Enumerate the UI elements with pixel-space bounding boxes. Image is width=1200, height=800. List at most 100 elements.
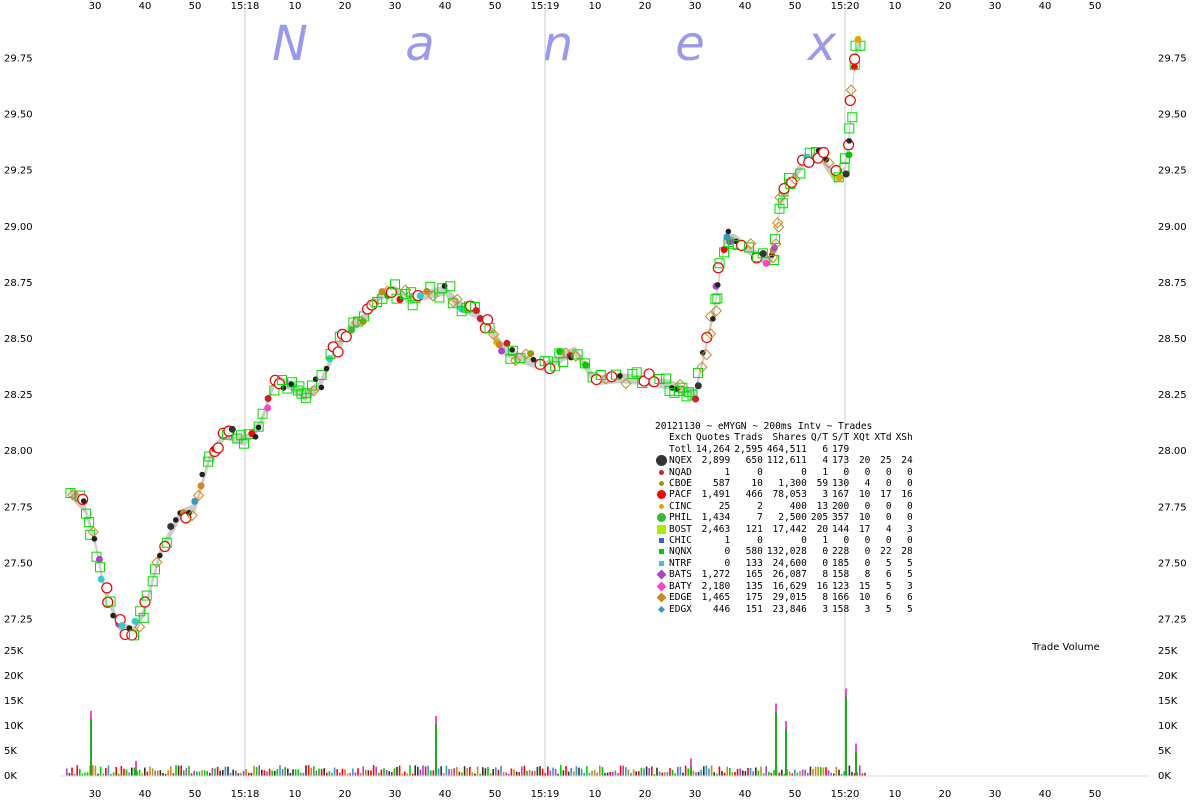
legend-total-xqt [849,444,870,455]
volume-bar [534,770,536,776]
x-tick-label-bottom: 15:19 [531,789,560,800]
volume-bar [196,771,198,776]
y-price-tick-right: 29.00 [1158,222,1187,233]
volume-bar [505,772,507,776]
volume-bar [736,769,739,776]
x-tick-label-top: 40 [739,1,752,12]
trade-marker-dot [264,404,272,412]
legend-row-phil: PHIL 1,434 7 2,500 205 357 10 0 0 [655,512,913,523]
trade-marker-circle [139,596,151,608]
legend-marker [655,581,667,592]
volume-bar [845,688,847,776]
x-tick-label-top: 50 [189,1,202,12]
legend-row-nqad: NQAD 1 0 0 1 0 0 0 0 [655,467,913,478]
legend-cell-xqt: 0 [864,466,871,478]
volume-bar [362,766,364,776]
volume-bar [677,766,679,776]
volume-bar [365,769,367,776]
volume-bar [261,769,263,776]
volume-bar [266,771,268,776]
volume-bar [476,766,479,776]
volume-bar [635,771,637,776]
trade-marker-circle [803,156,815,168]
volume-bar [94,765,97,776]
legend-cell-xqt: 0 [864,535,871,547]
legend-cell-st: 357 [832,512,850,524]
y-volume-tick-right: 20K [1158,671,1178,682]
volume-bar [814,766,817,776]
trade-marker-dot [710,315,716,322]
x-tick-label-bottom: 40 [739,789,752,800]
volume-bar [781,769,783,776]
volume-bar [354,772,357,776]
volume-bar [310,767,312,776]
volume-bar [424,766,427,776]
legend-cell-exch: EDGX [669,603,692,615]
legend-title: 20121130 ~ eMYGN ~ 200ms Intv ~ Trades [655,421,873,432]
x-tick-label-bottom: 40 [1039,789,1052,800]
volume-bar [105,768,107,776]
volume-bar [552,767,554,776]
legend-cell-trads: 650 [745,455,763,467]
legend-cell-exch: NQAD [669,466,692,478]
volume-bar [484,768,487,776]
volume-bar [661,772,663,776]
volume-bar [812,768,814,776]
legend-col-exch: Exch [669,432,692,444]
legend-cell-xtd: 17 [880,489,892,501]
volume-bar [669,768,671,776]
legend-cell-exch: PACF [669,489,692,501]
volume-bar [614,770,617,776]
volume-bar [144,767,146,776]
volume-bar [796,772,799,776]
legend-cell-shares: 23,846 [772,603,807,615]
trade-marker-dot [582,361,590,369]
legend-cell-shares: 1,300 [778,478,807,490]
volume-bar [151,768,154,776]
volume-bar [708,768,710,776]
legend-cell-qt: 4 [822,455,829,467]
legend-cell-xqt: 17 [858,523,871,535]
legend-col-quotes: Quotes [695,432,731,444]
volume-bar [448,769,450,776]
volume-bar [305,765,307,776]
legend-cell-xsh: 0 [907,466,913,478]
legend-cell-trads: 165 [745,569,763,581]
y-volume-tick-right: 0K [1158,771,1171,782]
trade-marker-circle [212,442,224,454]
volume-bar [445,765,448,776]
volume-bar [328,771,331,776]
volume-bar [219,770,221,776]
y-volume-tick-right: 15K [1158,696,1178,707]
volume-bar [843,771,845,776]
volume-bar-top [845,688,847,697]
legend-cell-trads: 135 [745,580,763,592]
trade-marker-dot [527,350,535,358]
legend-marker-icon [655,455,667,467]
legend-cell-qt: 59 [816,478,829,490]
legend-rows: NQEX 2,899 650 112,611 4 173 20 25 24 NQAD 1 0 0 1 0 0 0… [655,455,913,615]
trade-marker-dot [97,575,105,583]
legend-cell-exch: BATS [669,569,692,581]
legend-cell-xsh: 0 [907,478,913,490]
legend-row-nqnx: NQNX 0 580 132,028 0 228 0 22 28 [655,546,913,557]
legend-cell-st: 144 [832,523,850,535]
volume-bar [752,771,754,776]
volume-bar [601,767,604,776]
legend-marker-icon [656,513,666,523]
legend-cell-st: 228 [832,546,850,558]
volume-bar [440,766,442,776]
volume-bar [268,768,271,776]
legend-row-baty: BATY 2,180 135 16,629 16 123 15 5 3 [655,581,913,592]
volume-bar [450,769,453,776]
volume-bar [528,769,531,776]
legend-cell-shares: 24,600 [772,557,807,569]
legend-cell-exch: CHIC [669,535,692,547]
volume-bar [593,770,596,776]
volume-bar [120,765,123,776]
trade-marker-dot [95,555,103,563]
legend-cell-exch: BOST [669,523,692,535]
legend-total-xsh [892,444,913,455]
volume-bar [159,770,162,776]
trade-marker-circle [126,629,138,641]
